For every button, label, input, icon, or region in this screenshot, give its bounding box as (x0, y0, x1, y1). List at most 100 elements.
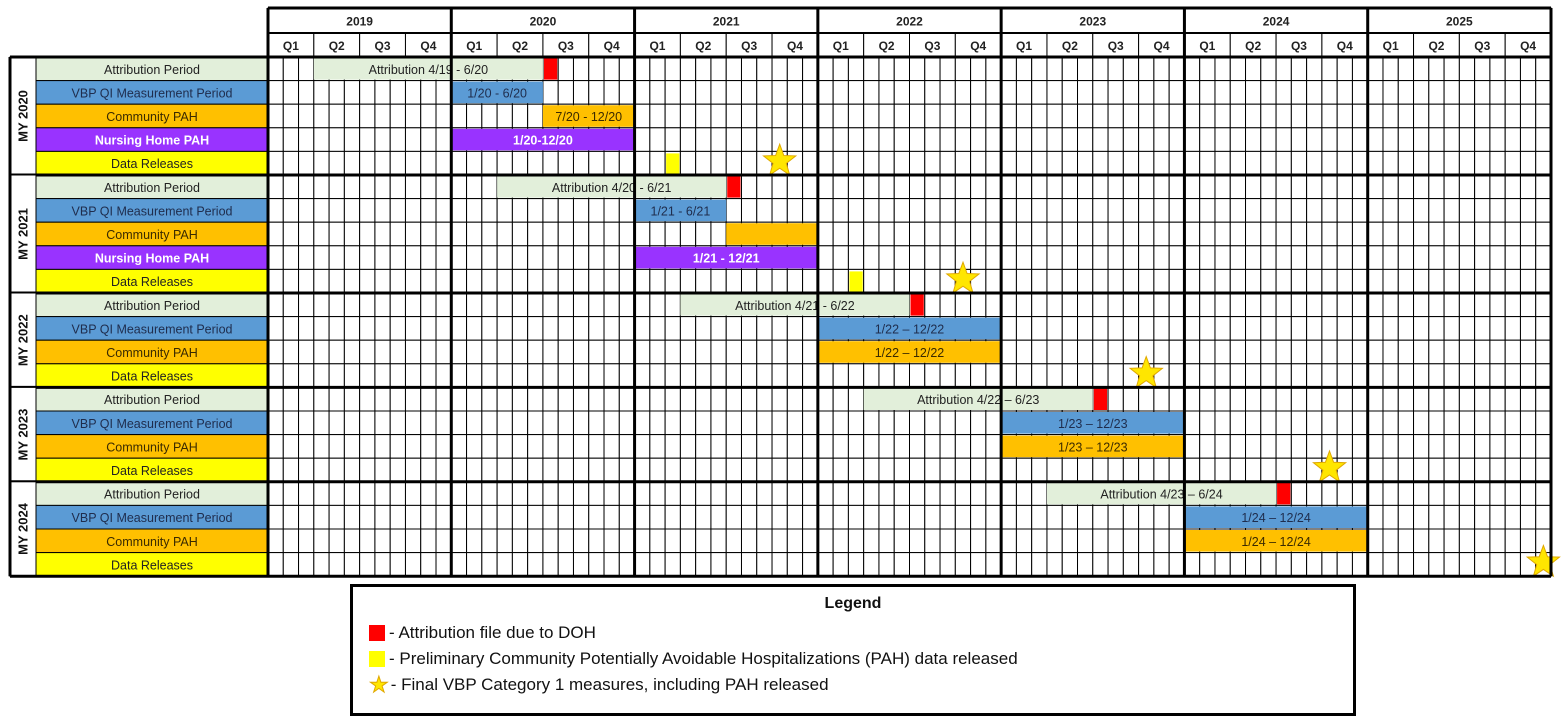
month-cell (450, 221, 468, 247)
month-cell (970, 103, 987, 129)
month-cell (847, 56, 865, 82)
month-cell (1122, 292, 1140, 318)
month-cell (298, 363, 315, 388)
month-cell (1290, 268, 1308, 294)
month-cell (1290, 434, 1308, 459)
month-cell (863, 363, 880, 388)
month-cell (878, 528, 895, 554)
month-cell (618, 198, 636, 223)
month-cell (893, 174, 911, 200)
month-cell (1031, 221, 1048, 247)
month-cell (1168, 221, 1185, 247)
month-cell (542, 552, 559, 577)
month-cell (695, 127, 712, 152)
quarter-label: Q2 (512, 39, 528, 53)
month-cell (1199, 56, 1216, 82)
month-cell (1031, 292, 1048, 318)
month-cell (1428, 504, 1445, 530)
month-cell (695, 221, 712, 247)
month-cell (603, 198, 620, 223)
month-cell (909, 457, 926, 483)
month-cell (1077, 103, 1094, 129)
month-cell (863, 245, 880, 270)
month-cell (542, 457, 559, 483)
month-cell (389, 363, 406, 388)
month-cell (267, 410, 284, 436)
month-cell (435, 504, 452, 530)
month-cell (1351, 410, 1369, 436)
month-cell (435, 528, 452, 554)
month-cell (1519, 552, 1537, 577)
month-cell (832, 457, 849, 483)
month-cell (939, 56, 956, 82)
month-cell (1458, 363, 1476, 388)
month-cell (1214, 434, 1231, 459)
month-cell (282, 174, 300, 200)
month-cell (1519, 504, 1537, 530)
month-cell (282, 198, 300, 223)
month-cell (1245, 198, 1262, 223)
month-cell (1031, 245, 1048, 270)
month-cell (664, 386, 681, 412)
month-cell (1519, 127, 1537, 152)
month-cell (710, 56, 727, 82)
month-cell (1519, 221, 1537, 247)
month-cell (1474, 316, 1491, 341)
month-cell (832, 174, 849, 200)
month-cell (603, 504, 620, 530)
month-cell (1260, 316, 1277, 341)
month-cell (909, 174, 926, 200)
month-cell (572, 457, 590, 483)
month-cell (1535, 103, 1552, 129)
month-cell (420, 434, 437, 459)
month-cell (1351, 198, 1369, 223)
month-cell (343, 127, 361, 152)
month-cell (863, 268, 880, 294)
month-cell (985, 56, 1002, 82)
month-cell (1168, 528, 1185, 554)
month-cell (909, 245, 926, 270)
month-cell (527, 504, 544, 530)
month-cell (1015, 245, 1033, 270)
quarter-label: Q3 (741, 39, 757, 53)
month-cell (420, 150, 437, 176)
month-cell (802, 528, 819, 554)
quarter-label: Q4 (420, 39, 436, 53)
month-cell (679, 386, 697, 412)
month-cell (1061, 56, 1079, 82)
month-cell (481, 316, 498, 341)
month-cell (1474, 292, 1491, 318)
month-cell (1138, 198, 1155, 223)
year-label: 2021 (713, 15, 740, 29)
month-cell (1306, 127, 1323, 152)
month-cell (267, 80, 284, 105)
month-cell (679, 410, 697, 436)
month-cell (832, 245, 849, 270)
month-cell (649, 504, 666, 530)
month-cell (572, 198, 590, 223)
month-cell (267, 528, 284, 554)
month-cell (1153, 127, 1170, 152)
month-cell (420, 552, 437, 577)
month-cell (1275, 127, 1292, 152)
month-cell (343, 316, 361, 341)
month-cell (298, 245, 315, 270)
month-cell (1153, 174, 1170, 200)
month-cell (1046, 103, 1063, 129)
month-cell (1214, 316, 1231, 341)
month-cell (725, 150, 742, 176)
month-cell (1474, 339, 1491, 365)
month-cell (389, 127, 406, 152)
month-cell (389, 528, 406, 554)
month-cell (313, 174, 330, 200)
month-cell (542, 528, 559, 554)
month-cell (298, 80, 315, 105)
month-cell (740, 268, 758, 294)
month-cell (1382, 56, 1399, 82)
month-cell (664, 528, 681, 554)
month-cell (634, 504, 651, 530)
month-cell (481, 174, 498, 200)
month-cell (1367, 457, 1384, 483)
month-cell (1458, 198, 1476, 223)
month-cell (404, 363, 422, 388)
